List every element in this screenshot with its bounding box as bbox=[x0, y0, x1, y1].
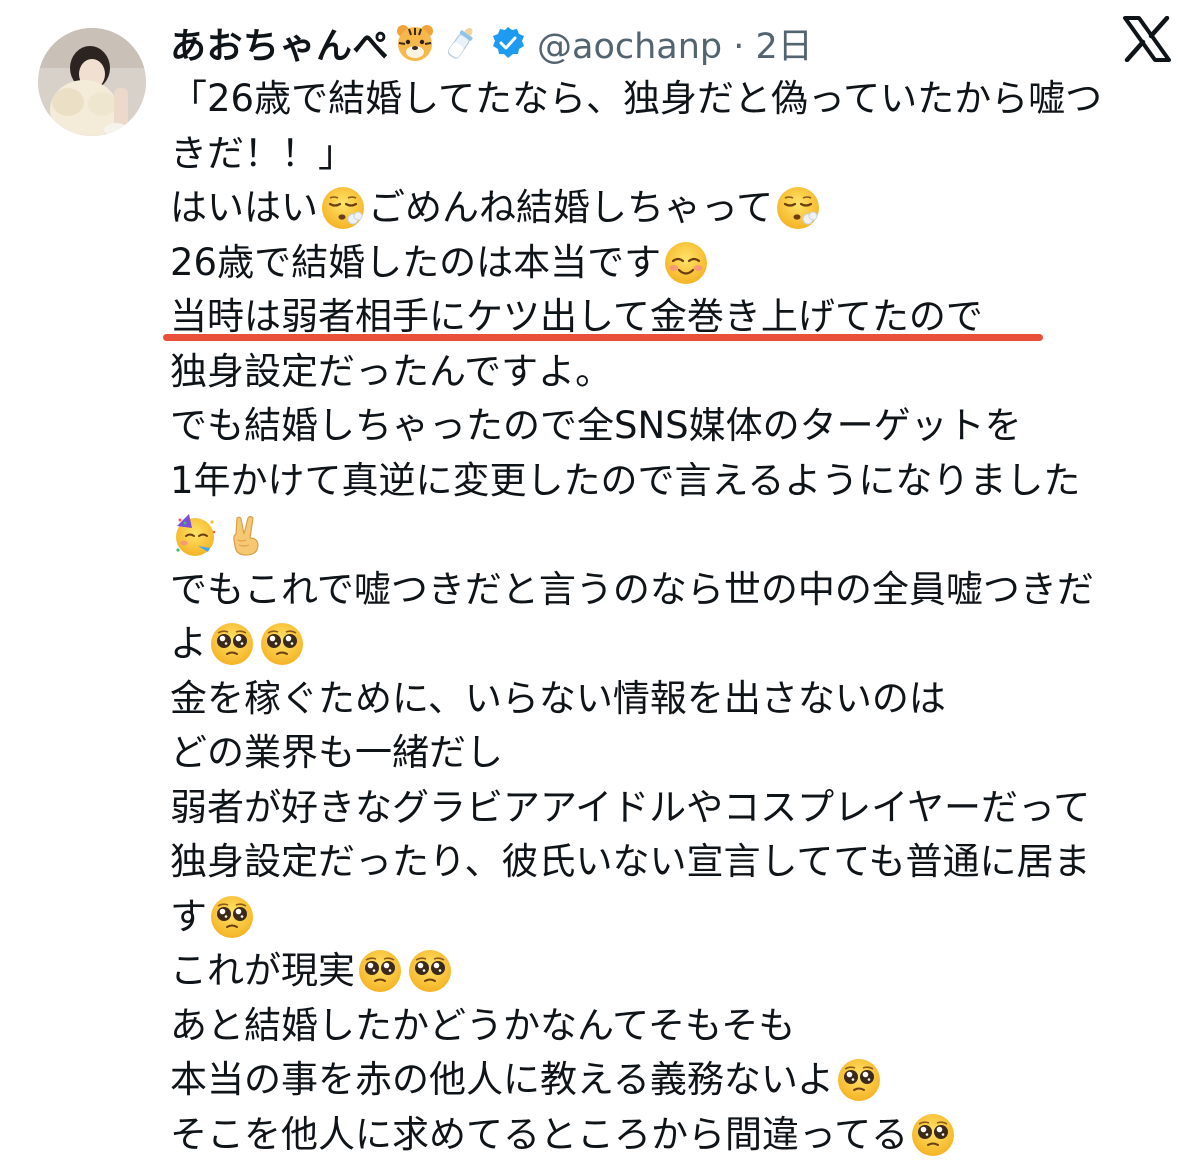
display-name[interactable]: あおちゃんぺ bbox=[170, 17, 389, 69]
smiling-face-icon bbox=[663, 240, 709, 286]
partying-face-icon bbox=[172, 512, 218, 558]
post-line: でも結婚しちゃったので全SNS媒体のターゲットを bbox=[170, 399, 1180, 454]
pleading-face-icon bbox=[910, 1112, 956, 1158]
pleading-face-icon bbox=[836, 1057, 882, 1103]
post-line-text: 金を稼ぐために、いらない情報を出さないのは bbox=[170, 672, 946, 727]
face-exhaling-icon bbox=[775, 185, 821, 231]
post-line: きだ！！」 bbox=[170, 127, 1180, 182]
post-line-text: でもこれで嘘つきだと言うのなら世の中の全員嘘つきだ bbox=[170, 563, 1094, 618]
post-line: 1年かけて真逆に変更したので言えるようになりました bbox=[170, 454, 1180, 509]
post-line-text: す bbox=[170, 890, 207, 945]
post-line: す bbox=[170, 890, 1180, 945]
post-line-text: でも結婚しちゃったので全SNS媒体のターゲットを bbox=[170, 399, 1022, 454]
post-line: 26歳で結婚したのは本当です bbox=[170, 236, 1180, 291]
handle-and-timestamp[interactable]: @aochanp · 2日 bbox=[537, 18, 813, 69]
post-line-text: そこを他人に求めてるところから間違ってる bbox=[170, 1108, 908, 1162]
post-line-text: 弱者が好きなグラビアアイドルやコスプレイヤーだって bbox=[170, 781, 1090, 836]
post-line: どの業界も一緒だし bbox=[170, 726, 1180, 781]
post-line: 独身設定だったり、彼氏いない宣言してても普通に居ま bbox=[170, 835, 1180, 890]
post-line-text: 「26歳で結婚してたなら、独身だと偽っていたから嘘つ bbox=[170, 72, 1102, 127]
post-line-text: 本当の事を赤の他人に教える義務ないよ bbox=[170, 1053, 834, 1108]
post-line bbox=[170, 508, 1180, 563]
post-line-text: 独身設定だったり、彼氏いない宣言してても普通に居ま bbox=[170, 835, 1091, 890]
post-line-text: 26歳で結婚したのは本当です bbox=[170, 236, 661, 291]
post-line: 「26歳で結婚してたなら、独身だと偽っていたから嘘つ bbox=[170, 72, 1180, 127]
post-line: はいはい ごめんね結婚しちゃって bbox=[170, 181, 1180, 236]
pleading-face-icon bbox=[209, 621, 255, 667]
post-line-text: 1年かけて真逆に変更したので言えるようになりました bbox=[170, 454, 1080, 509]
tiger-face-icon bbox=[395, 23, 435, 63]
post-line: よ bbox=[170, 617, 1180, 672]
face-exhaling-icon bbox=[320, 185, 366, 231]
post-line-text: はいはい bbox=[170, 181, 318, 236]
x-logo-icon[interactable] bbox=[1122, 16, 1172, 62]
post-line: これが現実 bbox=[170, 944, 1180, 999]
pleading-face-icon bbox=[209, 894, 255, 940]
baby-bottle-icon bbox=[441, 23, 481, 63]
post-line: 金を稼ぐために、いらない情報を出さないのは bbox=[170, 672, 1180, 727]
pleading-face-icon bbox=[259, 621, 305, 667]
victory-hand-icon bbox=[222, 512, 268, 558]
post-line: 弱者が好きなグラビアアイドルやコスプレイヤーだって bbox=[170, 781, 1180, 836]
post-body: 「26歳で結婚してたなら、独身だと偽っていたから嘘つ きだ！！」 はいはい ごめ… bbox=[170, 72, 1180, 1162]
verified-badge-icon bbox=[491, 26, 525, 60]
avatar[interactable] bbox=[38, 28, 146, 136]
post-line-text: きだ！！」 bbox=[170, 127, 355, 182]
post-line: 本当の事を赤の他人に教える義務ないよ bbox=[170, 1053, 1180, 1108]
post-line: でもこれで嘘つきだと言うのなら世の中の全員嘘つきだ bbox=[170, 563, 1180, 618]
post-line-text: これが現実 bbox=[170, 944, 355, 999]
post-header: あおちゃんぺ @aochanp · 2日 bbox=[170, 14, 813, 72]
post-line: 独身設定だったんですよ。 bbox=[170, 345, 1180, 400]
post-line: そこを他人に求めてるところから間違ってる bbox=[170, 1108, 1180, 1162]
pleading-face-icon bbox=[357, 948, 403, 994]
post-line-text: あと結婚したかどうかなんてそもそも bbox=[170, 999, 795, 1054]
post-line-text: ごめんね結婚しちゃって bbox=[368, 181, 773, 236]
post-line-text: どの業界も一緒だし bbox=[170, 726, 503, 781]
post-line-text: よ bbox=[170, 617, 207, 672]
post-line: あと結婚したかどうかなんてそもそも bbox=[170, 999, 1180, 1054]
highlight-underline bbox=[163, 334, 1043, 341]
post-line-text: 独身設定だったんですよ。 bbox=[170, 345, 612, 400]
pleading-face-icon bbox=[407, 948, 453, 994]
